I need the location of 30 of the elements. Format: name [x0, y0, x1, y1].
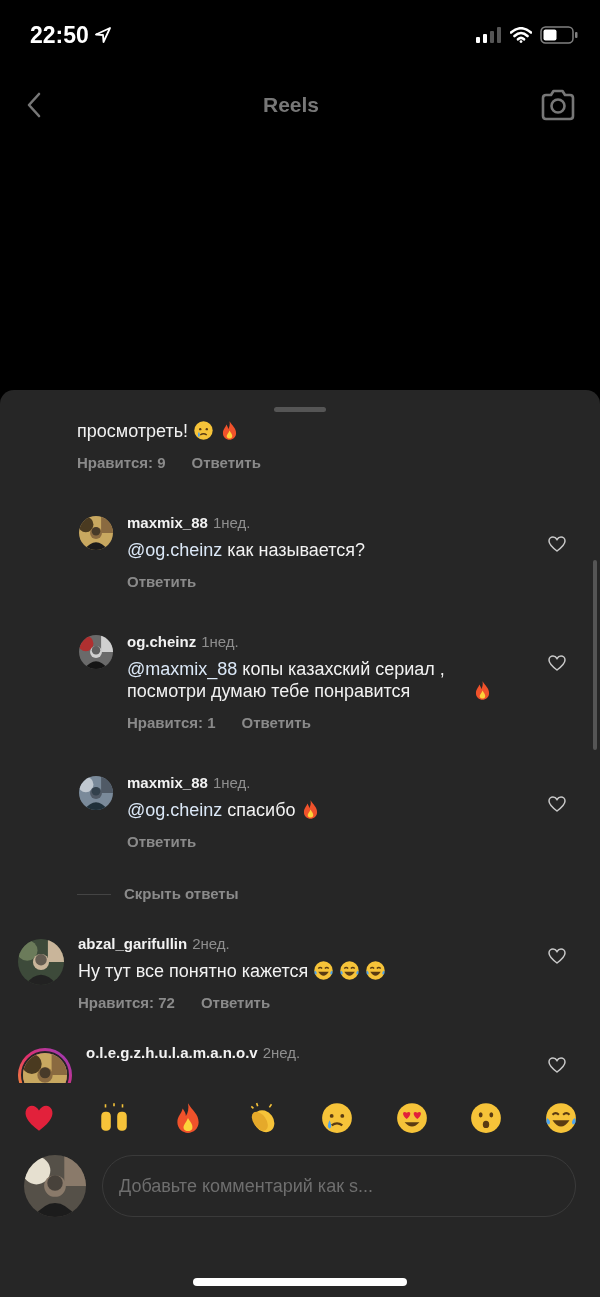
mention-link[interactable]: @og.cheinz [127, 540, 223, 560]
mention-link[interactable]: @maxmix_88 [127, 659, 238, 679]
username[interactable]: og.cheinz [127, 633, 197, 650]
username[interactable]: maxmix_88 [127, 514, 208, 531]
comment-time: 2нед. [192, 935, 230, 952]
mention-link[interactable]: @og.cheinz [127, 800, 223, 820]
like-count[interactable]: Нравится: 9 [77, 454, 166, 472]
comment-time: 1нед. [212, 774, 251, 791]
comment-text: @og.cheinz спасибо [127, 799, 296, 821]
comment-time: 1нед. [212, 514, 251, 531]
status-time: 22:50 [30, 21, 89, 49]
username[interactable]: maxmix_88 [127, 774, 208, 791]
reply-link[interactable]: Ответить [127, 833, 197, 851]
username[interactable]: abzal_garifullin [78, 935, 188, 952]
comment-text: просмотреть! [77, 420, 189, 442]
screen-title: Reels [262, 93, 319, 117]
reply-link[interactable]: Ответить [200, 994, 271, 1012]
username[interactable]: o.l.e.g.z.h.u.l.a.m.a.n.o.v [86, 1044, 258, 1061]
hide-replies-link[interactable]: Скрыть ответы [124, 885, 239, 903]
comment-time: 2нед. [262, 1044, 301, 1061]
comment-time: 1нед. [201, 633, 239, 650]
like-count[interactable]: Нравится: 72 [78, 994, 175, 1012]
reply-link[interactable]: Ответить [191, 454, 261, 472]
like-count[interactable]: Нравится: 1 [127, 714, 216, 732]
comment-input-field[interactable]: Добавьте комментарий как s... [102, 1155, 576, 1217]
comment-text: @og.cheinz как называется? [127, 539, 365, 561]
reply-link[interactable]: Ответить [241, 714, 311, 732]
comment-text: @maxmix_88 копы казахский сериал , посмотри думаю тебе понравится [127, 658, 446, 702]
comment-text: Ну тут все понятно кажется [78, 960, 309, 982]
reply-link[interactable]: Ответить [127, 573, 197, 591]
